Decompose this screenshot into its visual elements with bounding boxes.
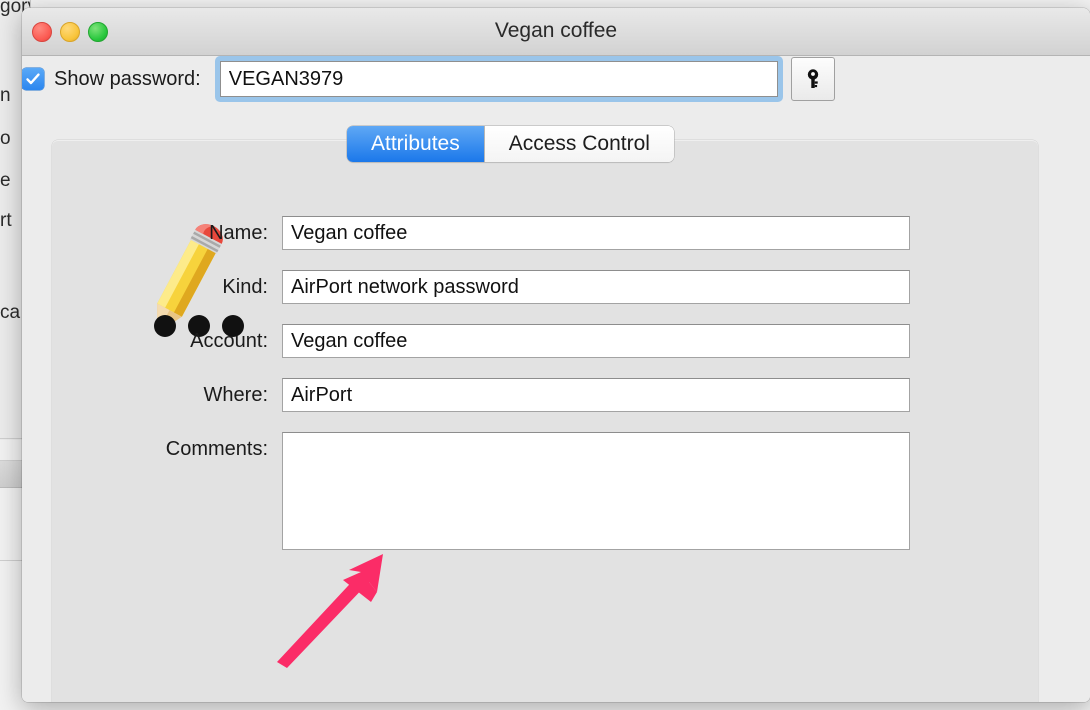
comments-textarea[interactable]	[282, 432, 910, 550]
attributes-panel: Name: Kind: Account: Where: Comments:	[52, 140, 1038, 702]
password-row: Show password:	[22, 56, 1090, 102]
label-name: Name:	[209, 222, 268, 244]
name-input[interactable]	[282, 216, 910, 250]
password-field-focus-ring	[214, 56, 783, 102]
window-title: Vegan coffee	[494, 19, 618, 42]
show-password-checkbox[interactable]	[22, 68, 44, 90]
account-input[interactable]	[282, 324, 910, 358]
label-comments: Comments:	[165, 438, 268, 460]
keychain-item-dialog: Vegan coffee Name: Vegan coffee Kind: Ai…	[22, 8, 1090, 702]
field-row-name: Name:	[52, 216, 910, 250]
window-titlebar: Vegan coffee	[22, 8, 1090, 56]
key-icon	[807, 69, 818, 88]
label-where: Where:	[203, 384, 268, 406]
password-input[interactable]	[219, 61, 778, 97]
field-row-kind: Kind:	[52, 270, 910, 304]
tab-bar: Attributes Access Control	[347, 126, 674, 162]
tab-attributes[interactable]: Attributes	[347, 126, 484, 162]
show-password-label: Show password:	[54, 67, 201, 90]
kind-input[interactable]	[282, 270, 910, 304]
field-row-account: Account:	[52, 324, 910, 358]
label-kind: Kind:	[222, 276, 268, 298]
dialog-body: Name: Kind: Account: Where: Comments:	[22, 56, 1090, 702]
tab-access-control[interactable]: Access Control	[483, 126, 674, 162]
field-row-comments: Comments:	[52, 432, 910, 550]
label-account: Account:	[190, 330, 268, 352]
field-row-where: Where:	[52, 378, 910, 412]
show-password-key-button[interactable]	[790, 57, 835, 101]
where-input[interactable]	[282, 378, 910, 412]
